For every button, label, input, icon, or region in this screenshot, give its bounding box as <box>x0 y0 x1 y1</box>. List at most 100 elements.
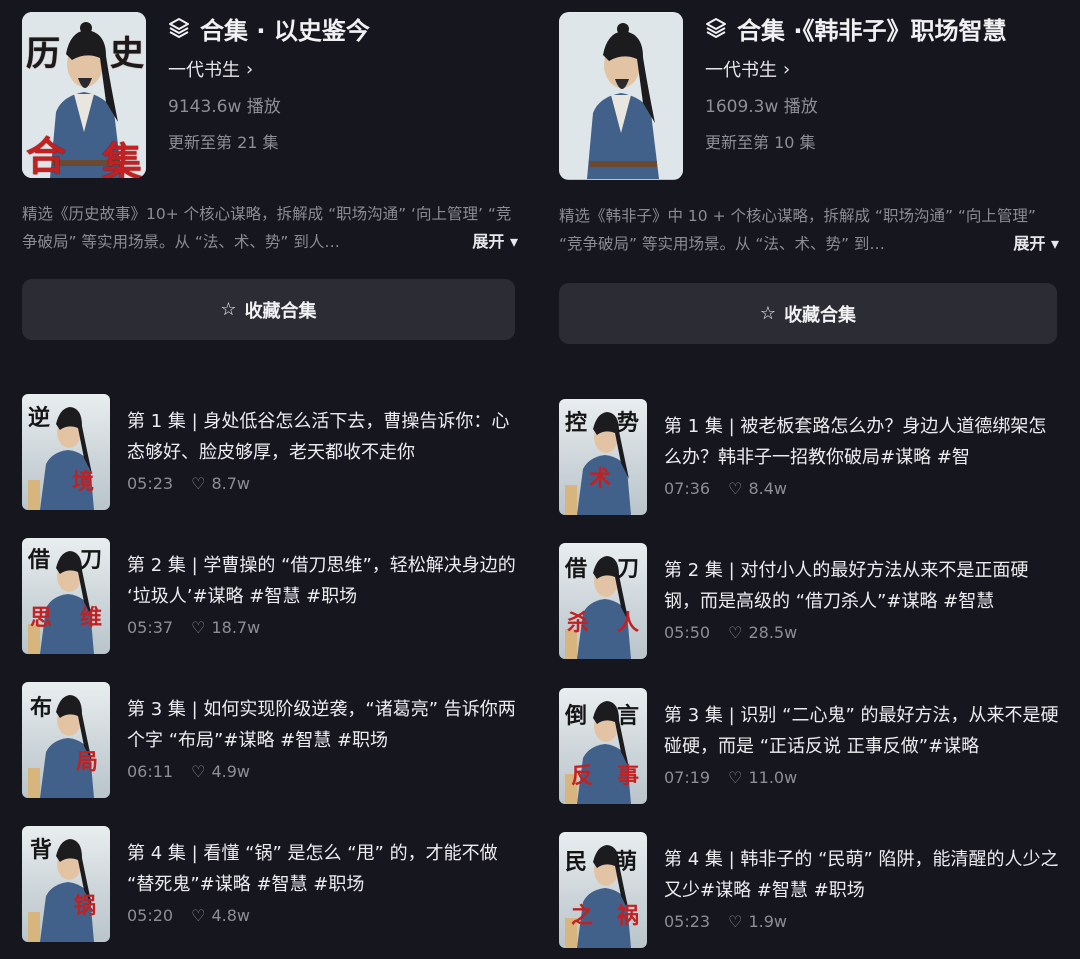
star-icon: ☆ <box>220 299 237 320</box>
episode-duration: 07:36 <box>664 479 711 498</box>
thumbnail-char: 术 <box>589 466 612 492</box>
description-text: 精选《韩非子》中 10 + 个核心谋略，拆解成 “职场沟通” “向上管理” “竞… <box>559 207 1036 253</box>
cover-char: 集 <box>102 139 142 178</box>
like-count-value: 11.0w <box>748 768 798 787</box>
like-count: ♡ 28.5w <box>728 623 797 642</box>
play-count: 9143.6w 播放 <box>168 97 281 117</box>
episode-title: 第 4 集 | 韩非子的 “民萌” 陷阱，能清醒的人少之又少#谋略 #智慧 #职… <box>664 849 1059 901</box>
expand-label: 展开 <box>1013 234 1046 253</box>
thumbnail-char: 杀 <box>567 610 590 636</box>
play-count: 1609.3w 播放 <box>705 97 818 117</box>
thumbnail-char: 布 <box>30 695 53 721</box>
like-count: ♡ 4.8w <box>191 906 250 925</box>
heart-icon: ♡ <box>191 906 206 925</box>
heart-icon: ♡ <box>728 768 743 787</box>
thumbnail-char: 维 <box>80 605 103 631</box>
like-count-value: 18.7w <box>211 618 261 637</box>
episode-item[interactable]: 背 锅 第 4 集 | 看懂 “锅” 是怎么 “甩” 的，才能不做 “替死鬼”#… <box>22 826 522 944</box>
thumbnail-char: 民 <box>565 849 588 875</box>
description-text: 精选《历史故事》10+ 个核心谋略，拆解成 “职场沟通” ‘向上管理’ “竞争破… <box>22 205 512 251</box>
chevron-right-icon: › <box>783 58 791 80</box>
thumbnail-char: 刀 <box>617 556 640 582</box>
episode-duration: 06:11 <box>127 762 174 781</box>
collect-collection-button[interactable]: ☆ 收藏合集 <box>22 279 515 340</box>
collection-meta: 合集 · 以史鉴今 一代书生 › 9143.6w 播放 更新至第 21 集 <box>168 12 528 153</box>
thumbnail-char: 刀 <box>80 547 103 573</box>
episode-item[interactable]: 借 刀 思 维 第 2 集 | 学曹操的 “借刀思维”，轻松解决身边的 ‘垃圾人… <box>22 538 522 656</box>
like-count-value: 4.8w <box>211 906 250 925</box>
expand-button[interactable]: 展开 ▾ <box>1005 230 1059 258</box>
cover-char: 合 <box>26 133 66 178</box>
collection-left: 历 史 合 集 合集 · 以史鉴今 一代书生 › 9143.6w 播放 更新至第… <box>0 0 540 959</box>
episode-duration: 05:23 <box>127 474 174 493</box>
thumbnail-char: 控 <box>565 410 588 436</box>
like-count-value: 28.5w <box>748 623 798 642</box>
collection-cover[interactable]: 历 史 合 集 <box>22 12 146 178</box>
layers-icon <box>706 18 726 38</box>
caret-down-icon: ▾ <box>509 232 518 251</box>
episode-thumbnail: 借 刀 杀 人 <box>559 543 647 659</box>
author-name: 一代书生 <box>705 60 777 81</box>
episode-item[interactable]: 民 萌 之 祸 第 4 集 | 韩非子的 “民萌” 陷阱，能清醒的人少之又少#谋… <box>559 832 1059 950</box>
collect-label: 收藏合集 <box>784 304 857 326</box>
episode-duration: 05:23 <box>664 912 711 931</box>
star-icon: ☆ <box>759 303 777 324</box>
layers-icon <box>169 18 189 38</box>
episode-duration: 05:50 <box>664 623 711 642</box>
cover-char: 史 <box>110 34 144 74</box>
thumbnail-char: 事 <box>617 763 640 789</box>
thumbnail-char: 萌 <box>615 849 638 875</box>
collection-right: 合集 ·《韩非子》职场智慧 一代书生 › 1609.3w 播放 更新至第 10 … <box>540 0 1080 959</box>
episode-thumbnail: 控 势 术 <box>559 399 647 515</box>
like-count: ♡ 11.0w <box>728 768 797 787</box>
thumbnail-char: 之 <box>571 903 594 929</box>
episode-thumbnail: 逆 境 <box>22 394 110 510</box>
collection-cover[interactable] <box>559 12 683 180</box>
episode-item[interactable]: 倒 言 反 事 第 3 集 | 识别 “二心鬼” 的最好方法，从来不是硬碰硬，而… <box>559 688 1059 806</box>
author-link[interactable]: 一代书生 › <box>168 56 528 82</box>
thumbnail-char: 倒 <box>565 703 588 729</box>
episode-item[interactable]: 逆 境 第 1 集 | 身处低谷怎么活下去，曹操告诉你：心态够好、脸皮够厚，老天… <box>22 394 522 512</box>
episode-item[interactable]: 布 局 第 3 集 | 如何实现阶级逆袭，“诸葛亮” 告诉你两个字 “布局”#谋… <box>22 682 522 800</box>
author-link[interactable]: 一代书生 › <box>705 56 1065 82</box>
thumbnail-char: 人 <box>617 610 640 636</box>
like-count-value: 8.4w <box>748 479 787 498</box>
collection-title-text: 合集 · 以史鉴今 <box>200 16 370 45</box>
heart-icon: ♡ <box>728 479 743 498</box>
collection-description: 精选《韩非子》中 10 + 个核心谋略，拆解成 “职场沟通” “向上管理” “竞… <box>559 202 1059 258</box>
collection-title: 合集 · 以史鉴今 <box>168 12 528 45</box>
episode-thumbnail: 借 刀 思 维 <box>22 538 110 654</box>
episode-thumbnail: 倒 言 反 事 <box>559 688 647 804</box>
like-count-value: 8.7w <box>211 474 250 493</box>
collection-title: 合集 ·《韩非子》职场智慧 <box>705 12 1065 45</box>
heart-icon: ♡ <box>728 623 743 642</box>
thumbnail-char: 锅 <box>74 893 97 919</box>
like-count-value: 1.9w <box>748 912 787 931</box>
like-count: ♡ 8.7w <box>191 474 250 493</box>
episode-duration: 07:19 <box>664 768 711 787</box>
like-count: ♡ 1.9w <box>728 912 787 931</box>
episode-title: 第 4 集 | 看懂 “锅” 是怎么 “甩” 的，才能不做 “替死鬼”#谋略 #… <box>127 843 498 895</box>
update-status: 更新至第 10 集 <box>705 133 816 152</box>
chevron-right-icon: › <box>246 58 254 80</box>
expand-label: 展开 <box>472 232 505 251</box>
episode-duration: 05:37 <box>127 618 174 637</box>
episode-item[interactable]: 借 刀 杀 人 第 2 集 | 对付小人的最好方法从来不是正面硬钢，而是高级的 … <box>559 543 1059 661</box>
episode-title: 第 3 集 | 识别 “二心鬼” 的最好方法，从来不是硬碰硬，而是 “正话反说 … <box>664 705 1059 757</box>
thumbnail-char: 思 <box>30 605 53 631</box>
episode-title: 第 2 集 | 对付小人的最好方法从来不是正面硬钢，而是高级的 “借刀杀人”#谋… <box>664 560 1029 612</box>
episode-thumbnail: 民 萌 之 祸 <box>559 832 647 948</box>
collect-collection-button[interactable]: ☆ 收藏合集 <box>559 283 1057 344</box>
scholar-figure-image <box>559 13 683 179</box>
thumbnail-char: 境 <box>72 469 95 495</box>
caret-down-icon: ▾ <box>1050 234 1059 253</box>
episode-item[interactable]: 控 势 术 第 1 集 | 被老板套路怎么办？身边人道德绑架怎么办？韩非子一招教… <box>559 399 1059 517</box>
like-count: ♡ 8.4w <box>728 479 787 498</box>
episode-title: 第 2 集 | 学曹操的 “借刀思维”，轻松解决身边的 ‘垃圾人’#谋略 #智慧… <box>127 555 516 607</box>
episode-thumbnail: 布 局 <box>22 682 110 798</box>
heart-icon: ♡ <box>728 912 743 931</box>
collection-description: 精选《历史故事》10+ 个核心谋略，拆解成 “职场沟通” ‘向上管理’ “竞争破… <box>22 200 518 256</box>
collection-meta: 合集 ·《韩非子》职场智慧 一代书生 › 1609.3w 播放 更新至第 10 … <box>705 12 1065 153</box>
thumbnail-char: 背 <box>30 837 53 863</box>
expand-button[interactable]: 展开 ▾ <box>464 228 518 256</box>
